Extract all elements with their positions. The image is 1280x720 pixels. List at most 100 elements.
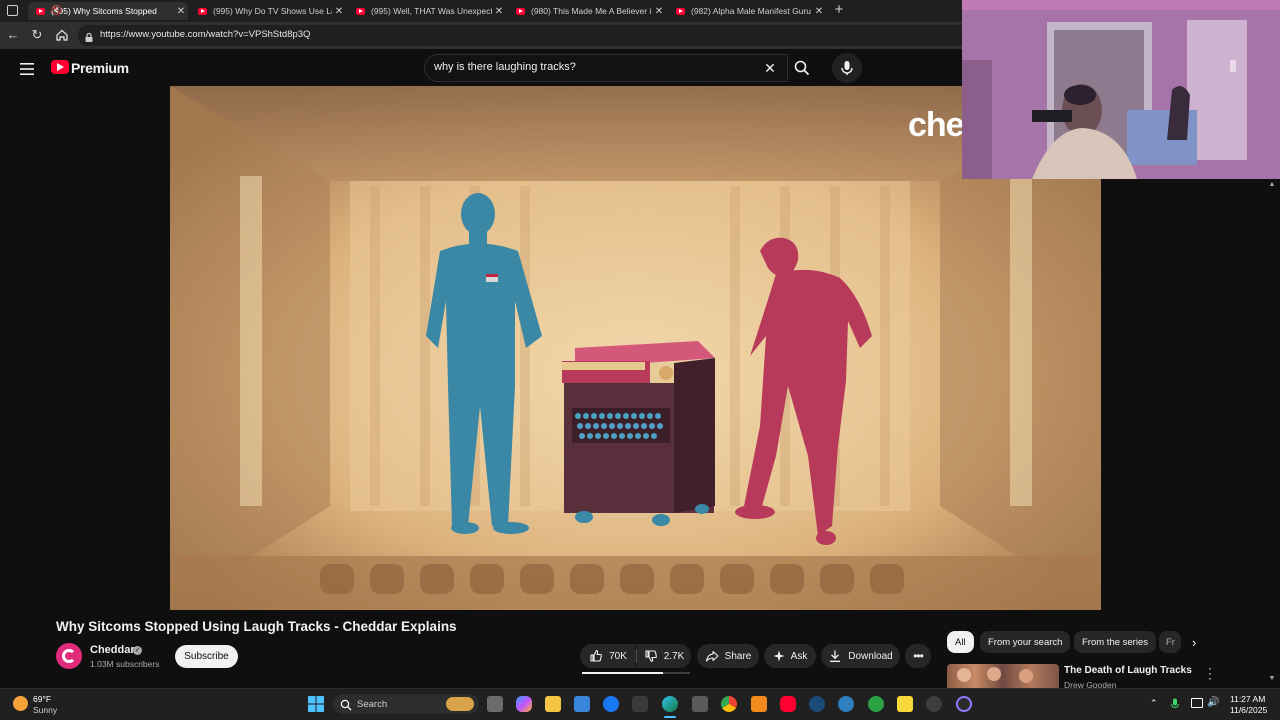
ask-button[interactable]: Ask — [764, 644, 816, 668]
clear-search-icon[interactable]: ✕ — [763, 61, 777, 75]
dislike-button[interactable]: 2.7K — [637, 644, 691, 668]
more-horizontal-icon: ••• — [913, 649, 924, 663]
weather-temp[interactable]: 69°F — [33, 694, 51, 704]
youtube-favicon-icon — [36, 7, 45, 15]
webcam-image — [962, 0, 1280, 179]
channel-watermark-text: che — [908, 106, 965, 144]
recommendation-title[interactable]: The Death of Laugh Tracks — [1064, 665, 1192, 676]
microsoft-store-icon[interactable] — [574, 696, 590, 712]
close-tab-icon[interactable]: ✕ — [652, 6, 666, 17]
webcam-overlay — [962, 0, 1280, 179]
chip-from-your-search[interactable]: From your search — [980, 631, 1071, 653]
like-button[interactable]: 70K — [580, 644, 636, 668]
settings-gear-icon[interactable] — [838, 696, 854, 712]
vlc-icon[interactable] — [751, 696, 767, 712]
youtube-premium-logo[interactable]: Premium — [71, 60, 129, 76]
more-actions-button[interactable]: ••• — [905, 644, 931, 668]
network-icon[interactable] — [1191, 698, 1203, 708]
obs-icon[interactable] — [956, 696, 972, 712]
dislike-count: 2.7K — [663, 650, 685, 662]
sparkle-icon — [773, 650, 785, 662]
channel-name[interactable]: Cheddar — [90, 644, 135, 656]
sticky-notes-icon[interactable] — [897, 696, 913, 712]
calculator-icon[interactable] — [692, 696, 708, 712]
download-label: Download — [848, 650, 893, 662]
search-icon[interactable] — [793, 59, 811, 77]
task-view-icon[interactable] — [487, 696, 503, 712]
download-button[interactable]: Download — [821, 644, 900, 668]
video-title: Why Sitcoms Stopped Using Laugh Tracks -… — [56, 619, 457, 634]
laugh-machine — [562, 341, 715, 526]
taskbar-search-icon — [340, 698, 352, 711]
tab-3-title: (995) Well, THAT Was Unexpected — [371, 6, 492, 16]
close-tab-icon[interactable]: ✕ — [332, 6, 346, 17]
share-arrow-icon — [705, 650, 719, 662]
share-button[interactable]: Share — [697, 644, 759, 668]
amazon-icon[interactable] — [632, 696, 648, 712]
voice-search-button[interactable] — [832, 53, 862, 83]
weather-sun-icon[interactable] — [13, 696, 28, 711]
tab-5-title: (982) Alpha Male Manifest Guru F — [691, 6, 812, 16]
chip-all[interactable]: All — [947, 631, 974, 653]
chip-partial[interactable]: Fr — [1159, 631, 1181, 653]
scrollbar-up-arrow-icon[interactable]: ▲ — [1268, 180, 1276, 190]
tab-4[interactable]: (980) This Made Me A Believer in ✕ — [508, 2, 666, 20]
edge-browser-icon[interactable] — [662, 696, 678, 712]
tab-2-title: (995) Why Do TV Shows Use Laug — [213, 6, 332, 16]
clock-time[interactable]: 11:27 AM — [1230, 694, 1265, 704]
search-query: why is there laughing tracks? — [434, 61, 576, 73]
like-ratio-bar — [582, 672, 690, 674]
clock-date[interactable]: 11/6/2025 — [1230, 705, 1267, 715]
tab-3[interactable]: (995) Well, THAT Was Unexpected ✕ — [348, 2, 506, 20]
back-arrow-icon[interactable]: ← — [4, 26, 22, 44]
url-text: https://www.youtube.com/watch?v=VPShStd8… — [100, 29, 311, 40]
reload-icon[interactable]: ↻ — [28, 26, 46, 44]
tab-5[interactable]: (982) Alpha Male Manifest Guru F ✕ — [668, 2, 826, 20]
microphone-icon — [841, 61, 853, 75]
file-explorer-icon[interactable] — [545, 696, 561, 712]
new-tab-button[interactable]: + — [832, 2, 846, 18]
xbox-icon[interactable] — [868, 696, 884, 712]
recording-app-icon[interactable] — [926, 696, 942, 712]
tab-2[interactable]: (995) Why Do TV Shows Use Laug ✕ — [190, 2, 346, 20]
microphone-tray-icon[interactable] — [1170, 697, 1180, 709]
site-info-icon[interactable] — [84, 30, 94, 42]
tab-4-title: (980) This Made Me A Believer in — [531, 6, 652, 16]
youtube-logo-icon[interactable] — [51, 60, 69, 74]
volume-icon[interactable]: 🔊 — [1207, 697, 1219, 709]
youtube-favicon-icon — [356, 7, 365, 15]
taskbar-search-label: Search — [357, 699, 388, 710]
ask-label: Ask — [790, 650, 808, 662]
recommendation-channel: Drew Gooden — [1064, 680, 1117, 688]
verified-badge-icon: ✓ — [133, 646, 142, 655]
active-app-indicator — [664, 716, 676, 718]
chips-next-arrow-icon[interactable]: › — [1192, 636, 1204, 650]
home-icon[interactable] — [53, 26, 71, 44]
chip-from-the-series[interactable]: From the series — [1074, 631, 1156, 653]
close-tab-icon[interactable]: ✕ — [174, 6, 188, 17]
thumbs-down-icon — [645, 650, 657, 663]
subscriber-count: 1.03M subscribers — [90, 659, 160, 669]
windows-start-icon[interactable] — [308, 696, 324, 712]
scrollbar-down-arrow-icon[interactable]: ▼ — [1268, 674, 1276, 684]
chrome-icon[interactable] — [721, 696, 737, 712]
subscribe-button[interactable]: Subscribe — [175, 645, 238, 668]
tab-actions-icon[interactable] — [7, 5, 18, 16]
download-icon — [830, 650, 841, 662]
close-tab-icon[interactable]: ✕ — [492, 6, 506, 17]
thumbs-up-icon — [590, 649, 603, 662]
channel-avatar[interactable] — [56, 643, 82, 669]
show-hidden-icons-chevron-icon[interactable]: ⌃ — [1150, 697, 1160, 709]
youtube-app-icon[interactable] — [780, 696, 796, 712]
close-tab-icon[interactable]: ✕ — [812, 6, 826, 17]
share-label: Share — [724, 650, 752, 662]
speaker-muted-icon[interactable]: 🔇 — [51, 5, 62, 16]
recommendation-thumbnail[interactable] — [947, 664, 1059, 688]
copilot-icon[interactable] — [516, 696, 532, 712]
recommendation-menu-icon[interactable]: · · · — [1206, 662, 1214, 684]
youtube-favicon-icon — [198, 7, 207, 15]
facebook-icon[interactable] — [603, 696, 619, 712]
hamburger-menu-icon[interactable] — [20, 62, 34, 75]
youtube-favicon-icon — [676, 7, 685, 15]
steam-icon[interactable] — [809, 696, 825, 712]
